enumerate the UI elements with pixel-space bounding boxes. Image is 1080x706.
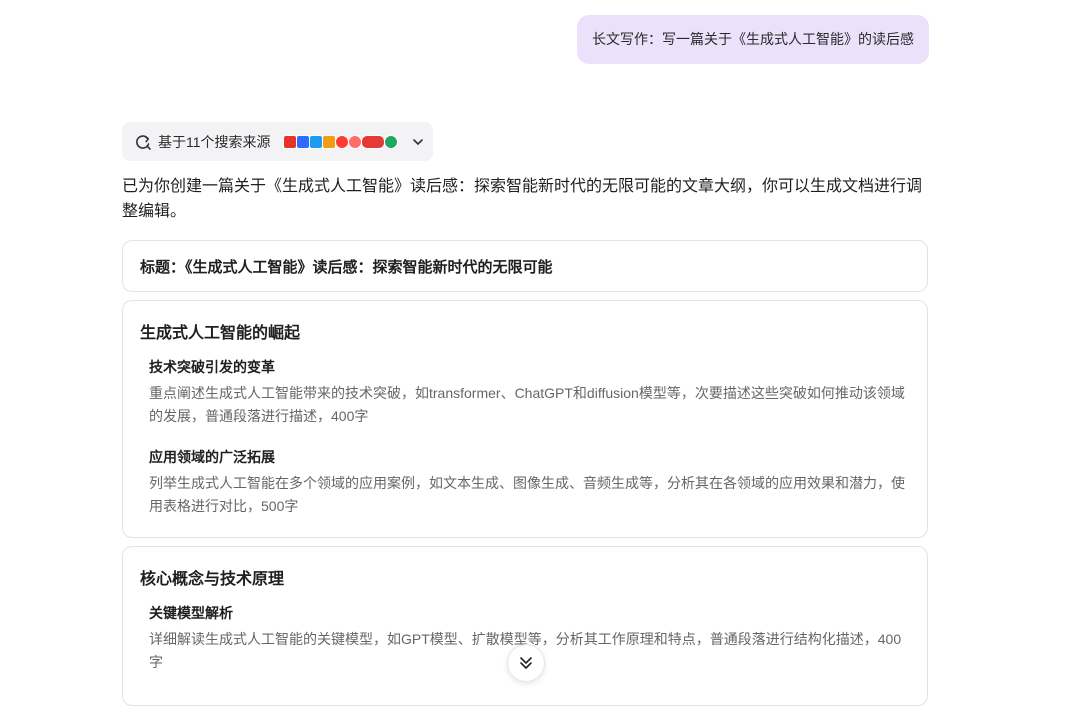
chevron-down-icon (412, 138, 423, 145)
outline-title: 标题：《生成式人工智能》读后感：探索智能新时代的无限可能 (140, 259, 553, 276)
user-message-bubble: 长文写作：写一篇关于《生成式人工智能》的读后感 (577, 15, 929, 64)
source-favicon-icon (334, 134, 349, 149)
section-heading: 核心概念与技术原理 (140, 571, 285, 588)
outline-item-title: 关键模型解析 (149, 605, 233, 621)
search-sources-toggle[interactable]: 基于11个搜索来源 (122, 122, 433, 161)
source-favicon-icon (347, 134, 362, 149)
outline-item-desc: 列举生成式人工智能在多个领域的应用案例，如文本生成、图像生成、音频生成等，分析其… (149, 475, 905, 514)
outline-item-desc: 重点阐述生成式人工智能带来的技术突破，如transformer、ChatGPT和… (149, 385, 905, 424)
source-favicon-icon (295, 134, 310, 149)
sources-label: 基于11个搜索来源 (158, 133, 271, 150)
assistant-intro-text: 已为你创建一篇关于《生成式人工智能》读后感：探索智能新时代的无限可能的文章大纲，… (122, 178, 923, 220)
source-favicon-icon (282, 134, 297, 149)
outline-item: 应用领域的广泛拓展 列举生成式人工智能在多个领域的应用案例，如文本生成、图像生成… (149, 447, 909, 518)
section-heading: 生成式人工智能的崛起 (140, 325, 301, 342)
source-favicons (282, 134, 398, 149)
outline-section-card: 生成式人工智能的崛起 技术突破引发的变革 重点阐述生成式人工智能带来的技术突破，… (122, 300, 928, 538)
outline-title-card: 标题：《生成式人工智能》读后感：探索智能新时代的无限可能 (122, 240, 928, 292)
scroll-to-bottom-button[interactable] (507, 644, 545, 682)
outline-item-title: 技术突破引发的变革 (149, 359, 275, 375)
source-favicon-icon (308, 134, 323, 149)
outline-item-title: 应用领域的广泛拓展 (149, 449, 275, 465)
search-refresh-icon (136, 134, 151, 150)
source-favicon-icon (383, 134, 398, 149)
outline-section-card: 核心概念与技术原理 关键模型解析 详细解读生成式人工智能的关键模型，如GPT模型… (122, 546, 928, 706)
double-chevron-down-icon (520, 657, 532, 669)
source-favicon-icon (360, 134, 385, 149)
source-favicon-icon (321, 134, 336, 149)
outline-item: 技术突破引发的变革 重点阐述生成式人工智能带来的技术突破，如transforme… (149, 357, 909, 428)
user-message-text: 长文写作：写一篇关于《生成式人工智能》的读后感 (592, 31, 914, 47)
